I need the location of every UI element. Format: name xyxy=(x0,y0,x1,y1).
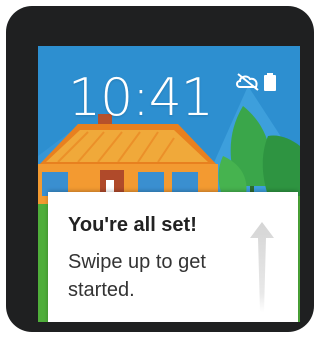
card-body: Swipe up to get started. xyxy=(68,251,206,301)
battery-icon xyxy=(264,73,276,91)
card-title: You're all set! xyxy=(68,214,197,236)
watch-bezel: 10:41 You're all set! Swipe up to get st… xyxy=(6,6,314,332)
cloud-off-icon xyxy=(236,73,259,91)
onboarding-card[interactable]: You're all set! Swipe up to get started. xyxy=(48,192,298,322)
clock-time: 10:41 xyxy=(68,68,214,128)
watch-screen[interactable]: 10:41 You're all set! Swipe up to get st… xyxy=(38,46,300,322)
status-icons xyxy=(236,73,276,91)
swipe-up-arrow-icon xyxy=(250,222,274,312)
